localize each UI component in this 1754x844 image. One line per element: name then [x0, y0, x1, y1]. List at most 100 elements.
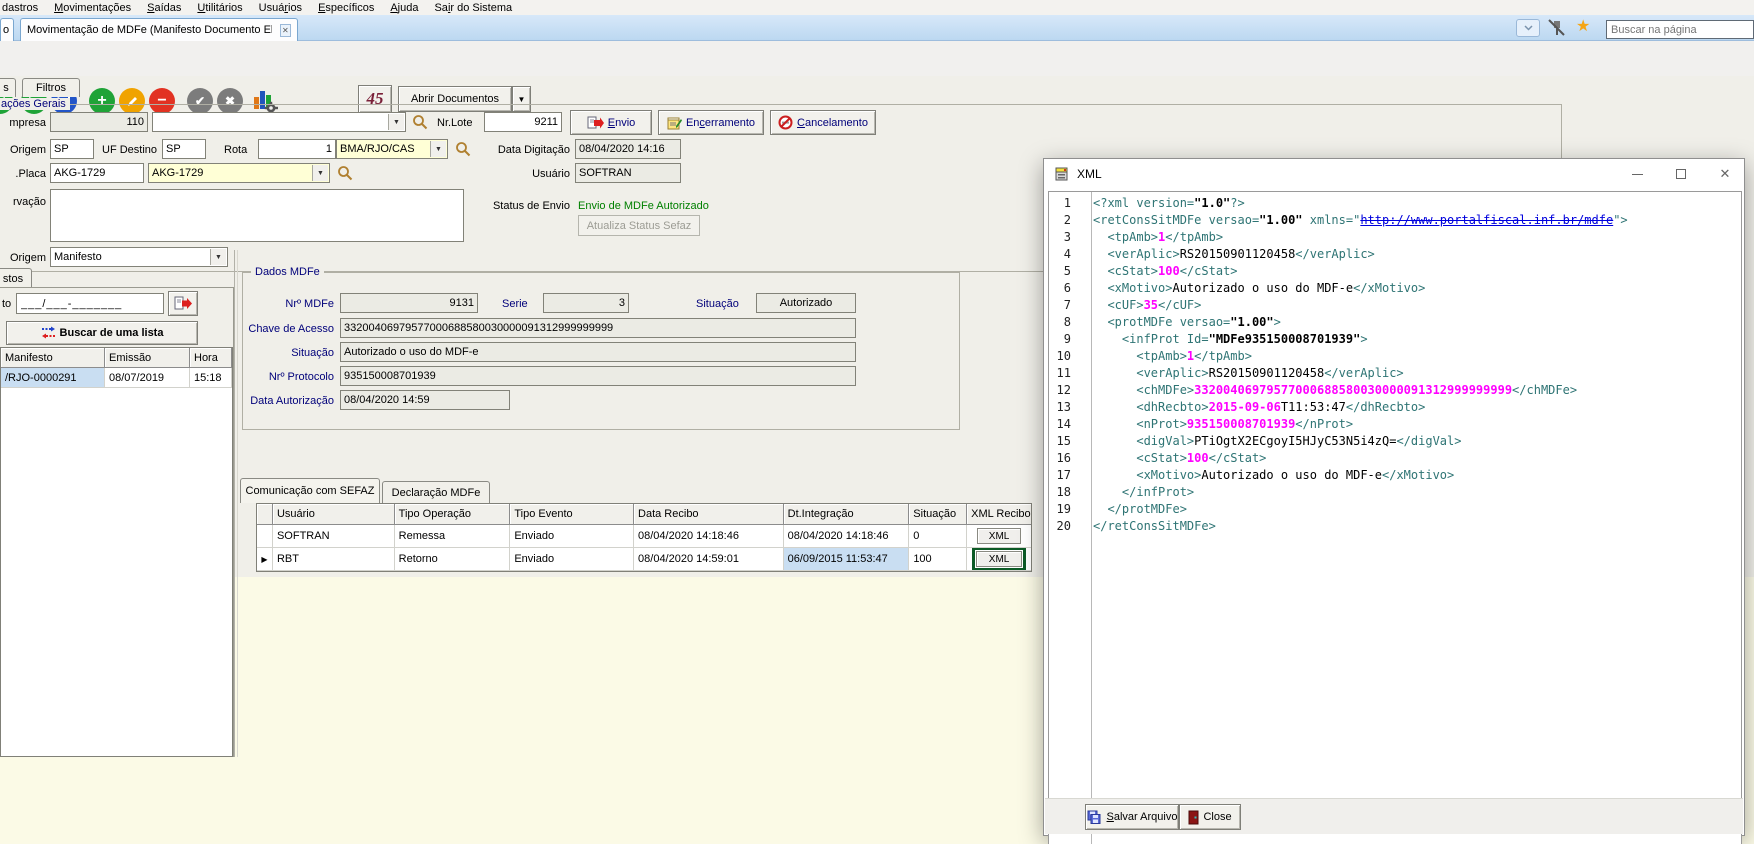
buscar-lista-button[interactable]: Buscar de uma lista — [6, 321, 198, 345]
nr-lote-field[interactable]: 9211 — [484, 112, 562, 132]
column-header[interactable]: Data Recibo — [634, 504, 784, 525]
xml-button[interactable]: XML — [976, 551, 1022, 567]
menu-item-usuarios[interactable]: Usuários — [251, 2, 310, 14]
empresa-combo[interactable]: ▼ — [152, 112, 406, 132]
chevron-down-icon[interactable]: ▼ — [210, 249, 226, 265]
column-header[interactable]: Dt.Integração — [784, 504, 910, 525]
encerramento-icon — [667, 116, 682, 130]
xml-viewer[interactable]: 1<?xml version="1.0"?>2<retConsSitMDFe v… — [1048, 191, 1742, 844]
rota-number-field[interactable]: 1 — [258, 139, 336, 159]
origem-combo[interactable]: Manifesto▼ — [50, 247, 228, 267]
situacao-cell[interactable]: 100 — [909, 548, 967, 571]
salvar-arquivo-label: Salvar Arquivo — [1107, 811, 1178, 823]
column-header[interactable]: Situação — [909, 504, 967, 525]
column-header[interactable]: Manifesto — [1, 348, 105, 368]
tab-manifestos[interactable]: stos — [0, 268, 32, 288]
cancelamento-button[interactable]: Cancelamento — [770, 110, 876, 135]
envio-button[interactable]: Envio — [570, 110, 652, 135]
salvar-arquivo-button[interactable]: Salvar Arquivo — [1085, 804, 1179, 830]
xml-dialog-title: XML — [1077, 167, 1102, 181]
tipo-operacao-cell[interactable]: Remessa — [395, 525, 511, 548]
xml-line: 5 <cStat>100</cStat> — [1049, 263, 1741, 280]
protocolo-value: 935150008701939 — [344, 370, 436, 382]
tab-dados[interactable]: s — [0, 78, 16, 97]
tab-comunicacao-sefaz[interactable]: Comunicação com SEFAZ — [240, 478, 380, 503]
chevron-down-icon[interactable]: ▼ — [312, 165, 328, 181]
menu-item-movimentacoes[interactable]: Movimentações — [46, 2, 139, 14]
menu-item-sair[interactable]: Sair do Sistema — [426, 2, 520, 14]
search-input[interactable] — [1606, 20, 1754, 39]
rota-combo[interactable]: BMA/RJO/CAS▼ — [336, 139, 448, 159]
maximize-button[interactable] — [1660, 159, 1702, 189]
buscar-lista-label: Buscar de uma lista — [60, 327, 164, 339]
add-arrow-icon — [174, 296, 192, 311]
usuario-cell[interactable]: SOFTRAN — [273, 525, 395, 548]
dt-integracao-cell[interactable]: 06/09/2015 11:53:47 — [784, 548, 910, 571]
empresa-search-icon[interactable] — [412, 114, 428, 133]
xml-line: 8 <protMDFe versao="1.00"> — [1049, 314, 1741, 331]
column-header[interactable]: Tipo Operação — [395, 504, 511, 525]
menu-item-utilitarios[interactable]: Utilitários — [189, 2, 250, 14]
serie-label: Serie — [502, 298, 528, 310]
menu-item-cadastros[interactable]: dastros — [0, 2, 46, 14]
xml-file-icon — [1054, 166, 1070, 182]
placa-search-icon[interactable] — [337, 165, 353, 184]
favorite-star-icon[interactable]: ★ — [1576, 19, 1590, 35]
dt-integracao-cell[interactable]: 08/04/2020 14:18:46 — [784, 525, 910, 548]
manifesto-cell[interactable]: /RJO-0000291 — [1, 368, 105, 388]
menu-item-saidas[interactable]: Saídas — [139, 2, 189, 14]
usuario-cell[interactable]: RBT — [273, 548, 395, 571]
menu-item-especificos[interactable]: Específicos — [310, 2, 382, 14]
unpin-icon[interactable] — [1545, 18, 1567, 41]
chevron-down-icon[interactable] — [1516, 19, 1540, 37]
usuario-field: SOFTRAN — [575, 163, 681, 183]
tipo-evento-cell[interactable]: Enviado — [510, 525, 634, 548]
manifesto-number-input[interactable] — [16, 293, 164, 314]
column-header[interactable]: Usuário — [273, 504, 395, 525]
menu-bar: dastros Movimentações Saídas Utilitários… — [0, 0, 1754, 15]
app-window: { "menu": { "items": [ {"label": "dastro… — [0, 0, 1754, 844]
table-row[interactable]: SOFTRAN Remessa Enviado 08/04/2020 14:18… — [257, 525, 1031, 548]
encerramento-button[interactable]: Encerramento — [658, 110, 764, 135]
empresa-field[interactable]: 110 — [50, 112, 148, 132]
menu-item-ajuda[interactable]: Ajuda — [382, 2, 426, 14]
uf-origem-field[interactable]: SP — [50, 139, 94, 159]
xml-dialog: XML ✕ 1<?xml version="1.0"?>2<retConsSit… — [1043, 158, 1745, 836]
data-recibo-cell[interactable]: 08/04/2020 14:59:01 — [634, 548, 784, 571]
list-item[interactable]: /RJO-0000291 08/07/2019 15:18 — [1, 368, 232, 388]
tab-partial[interactable]: o — [0, 18, 14, 41]
xml-button[interactable]: XML — [977, 528, 1021, 544]
placa-combo[interactable]: AKG-1729▼ — [148, 163, 330, 183]
chevron-down-icon[interactable]: ▼ — [430, 141, 446, 157]
envio-label: Envio — [608, 117, 636, 129]
tab-declaracao-mdfe[interactable]: Declaração MDFe — [382, 481, 490, 503]
nr-mdfe-label: Nrº MDFe — [200, 298, 334, 310]
observacao-textarea[interactable] — [50, 189, 464, 242]
tab-close-icon[interactable]: ✕ — [280, 24, 291, 37]
protocolo-label: Nrº Protocolo — [200, 371, 334, 383]
rota-label: Rota — [224, 144, 247, 156]
situacao-cell[interactable]: 0 — [909, 525, 967, 548]
cancelamento-label: Cancelamento — [797, 117, 868, 129]
emissao-cell[interactable]: 08/07/2019 — [105, 368, 190, 388]
tab-filtros[interactable]: Filtros — [22, 78, 80, 97]
atualiza-status-sefaz-button[interactable]: Atualiza Status Sefaz — [578, 215, 700, 236]
column-header[interactable]: Emissão — [105, 348, 190, 368]
tab-movimentacao-mdfe[interactable]: Movimentação de MDFe (Manifesto Document… — [20, 18, 298, 41]
placa-field[interactable]: AKG-1729 — [50, 163, 144, 183]
chevron-down-icon[interactable]: ▼ — [388, 114, 404, 130]
column-header[interactable]: XML Recibo — [967, 504, 1031, 525]
close-window-button[interactable]: ✕ — [1704, 159, 1746, 189]
minimize-button[interactable] — [1616, 159, 1658, 189]
data-recibo-cell[interactable]: 08/04/2020 14:18:46 — [634, 525, 784, 548]
manifesto-add-button[interactable] — [168, 291, 198, 316]
tipo-operacao-cell[interactable]: Retorno — [395, 548, 511, 571]
rota-search-icon[interactable] — [455, 141, 471, 160]
close-button[interactable]: Close — [1179, 804, 1241, 830]
tipo-evento-cell[interactable]: Enviado — [510, 548, 634, 571]
buscar-lista-icon — [41, 326, 56, 340]
column-header[interactable]: Tipo Evento — [510, 504, 634, 525]
uf-destino-field[interactable]: SP — [162, 139, 206, 159]
table-row[interactable]: ▶ RBT Retorno Enviado 08/04/2020 14:59:0… — [257, 548, 1031, 571]
nr-mdfe-field: 9131 — [340, 293, 478, 313]
